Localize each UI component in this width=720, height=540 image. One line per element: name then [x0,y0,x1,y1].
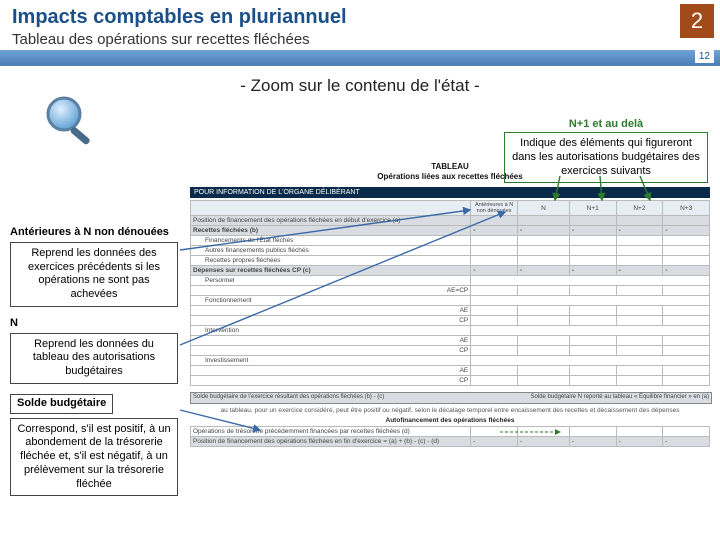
page-subtitle: Tableau des opérations sur recettes fléc… [12,31,708,48]
info-band: POUR INFORMATION DE L'ORGANE DÉLIBÉRANT [190,187,710,198]
solde-heading: Solde budgétaire [10,394,113,414]
solde-budgetaire-row: Solde budgétaire de l'exercice résultant… [190,392,712,404]
row-ae3: AE [191,366,471,376]
table-overtitle1: TABLEAU [190,162,710,172]
table-footnote: au tableau, pour un exercice considéré, … [190,407,710,414]
zoom-heading: - Zoom sur le contenu de l'état - [0,76,720,96]
table-overtitle2: Opérations liées aux recettes fléchées [190,172,710,182]
row-cp2: CP [191,346,471,356]
main-table: Antérieures à N non dénouées N N+1 N+2 N… [190,200,710,386]
row-position-fin: Position de financement des opérations f… [191,437,471,447]
col-blank [191,201,471,216]
magnifier-icon [44,94,98,153]
row-ae2: AE [191,336,471,346]
row-fin-public: Autres financements publics fléchés [193,247,468,254]
section-number-badge: 2 [680,4,714,38]
row-invest: Investissement [193,357,468,364]
row-fonctionnement: Fonctionnement [193,297,468,304]
row-cp3: CP [191,376,471,386]
row-aecp: AE=CP [191,286,471,296]
n-description: Reprend les données du tableau des autor… [10,333,178,384]
row-intervention: Intervention [193,327,468,334]
row-recettes-propres: Recettes propres fléchées [193,257,468,264]
row-op-treso: Opérations de trésorerie précédemment fi… [191,427,471,437]
row-depenses: Dépenses sur recettes fléchées CP (c) [191,266,471,276]
n1-heading: N+1 et au delà [504,118,708,130]
sec2-table: Opérations de trésorerie précédemment fi… [190,426,710,447]
row-fin-etat: Financements de l'État fléchés [193,237,468,244]
n-heading: N [10,317,178,331]
solde-right-text: Solde budgétaire N reporté au tableau « … [531,394,709,400]
page-number: 12 [695,50,714,63]
col-n: N [517,201,569,216]
row-recettes: Recettes fléchées (b) [191,226,471,236]
col-n1: N+1 [569,201,616,216]
col-n3: N+3 [663,201,710,216]
col-ant: Antérieures à N non dénouées [471,201,518,216]
solde-left-text: Solde budgétaire de l'exercice résultant… [193,394,384,400]
section2-title: Autofinancement des opérations fléchées [190,417,710,424]
anterior-description: Reprend les données des exercices précéd… [10,242,178,307]
row-personnel: Personnel [193,277,468,284]
table-canvas: TABLEAU Opérations liées aux recettes fl… [190,162,710,522]
col-n2: N+2 [616,201,663,216]
page-title: Impacts comptables en pluriannuel [12,6,708,29]
row-ae: AE [191,306,471,316]
solde-description: Correspond, s'il est positif, à un abond… [10,418,178,497]
row-position-start: Position de financement des opérations f… [191,216,471,226]
row-cp: CP [191,316,471,326]
divider-bar: 12 [0,50,720,66]
anterior-heading: Antérieures à N non dénouées [10,226,178,240]
